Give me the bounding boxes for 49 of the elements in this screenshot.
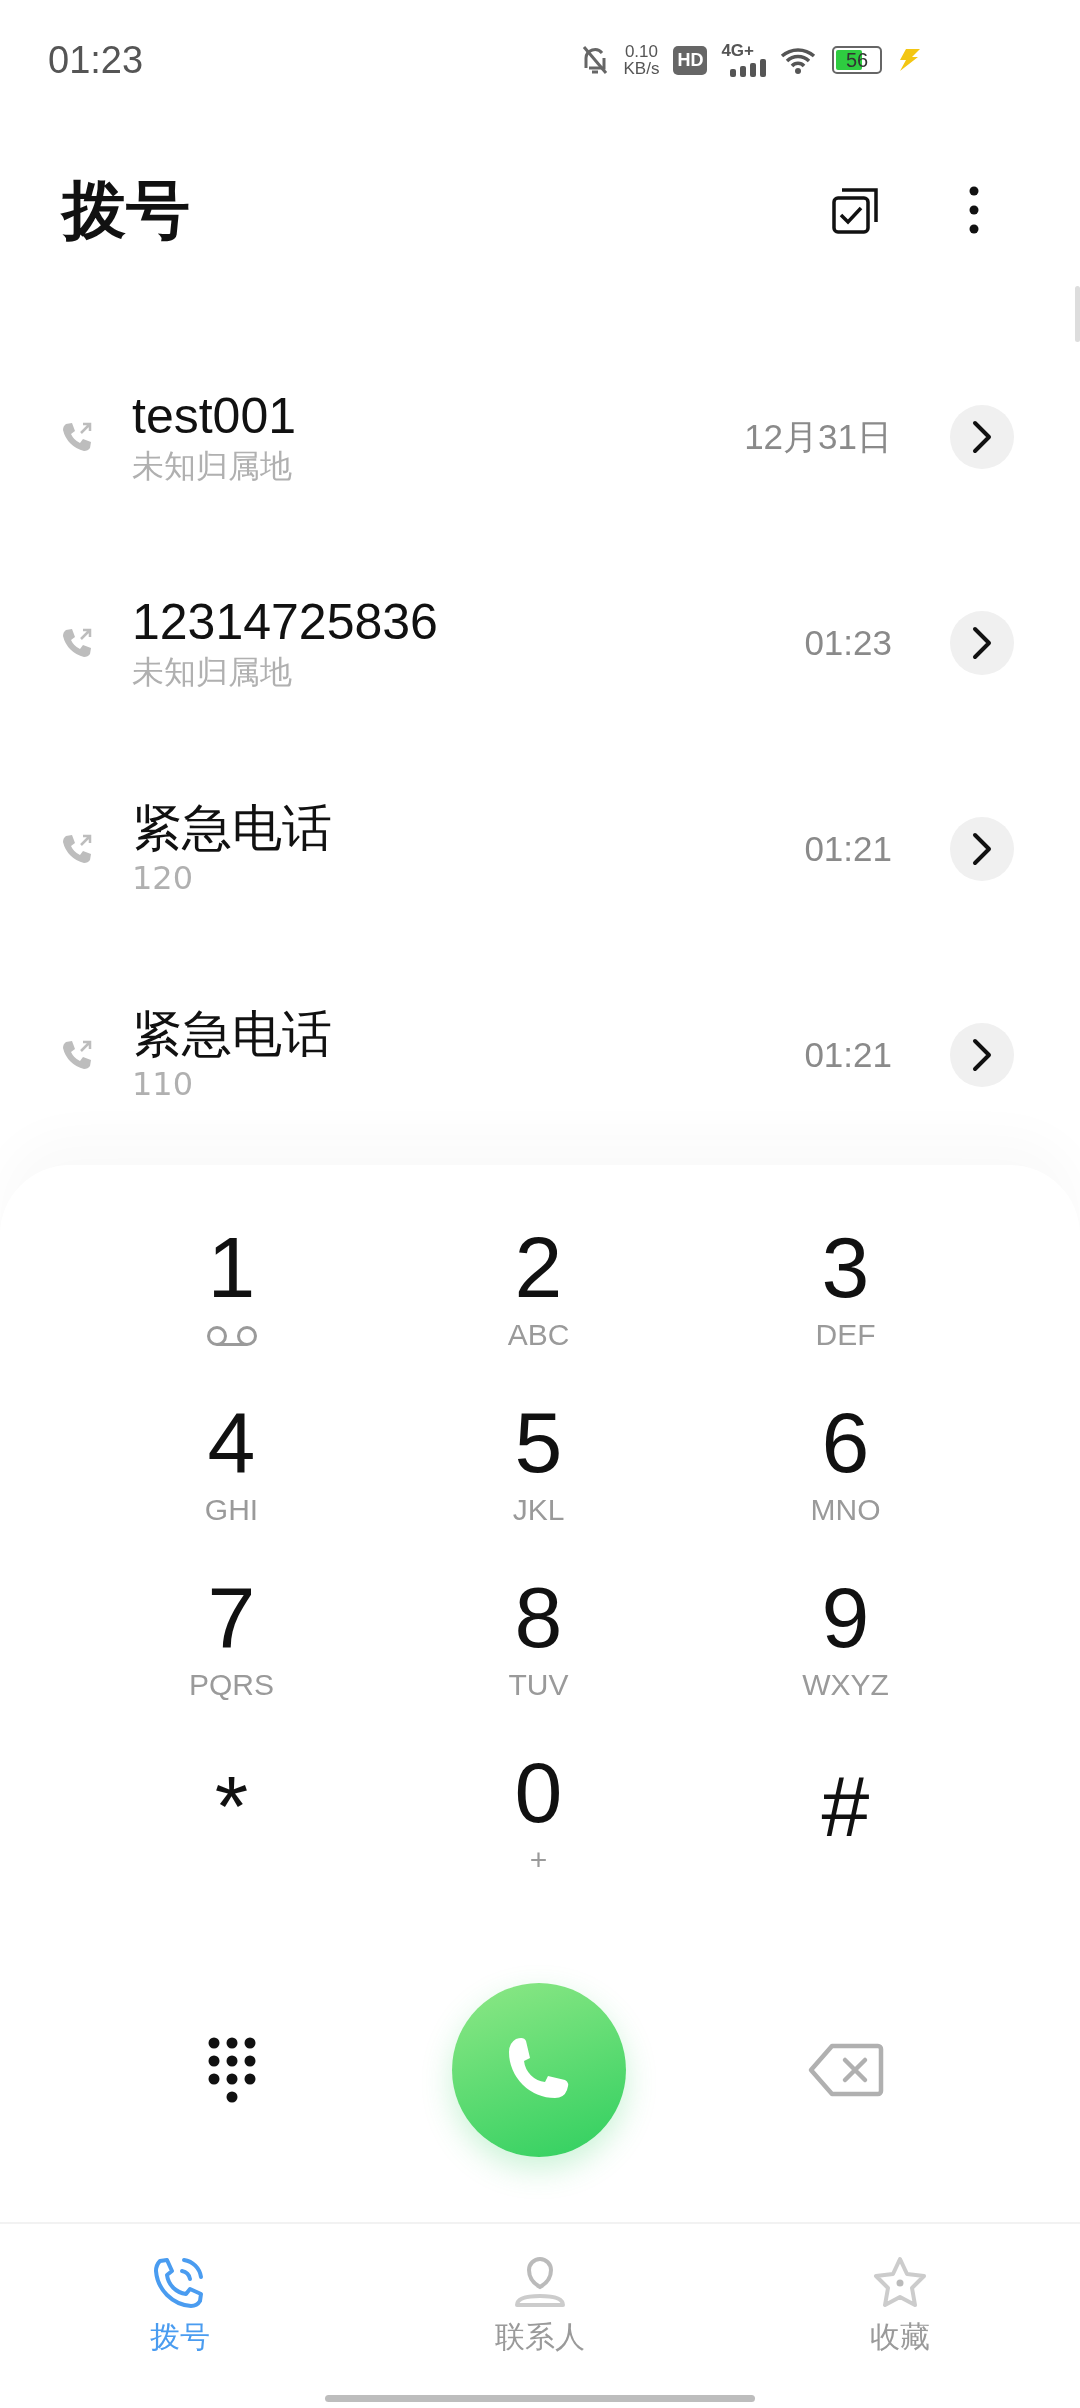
contact-name: 紧急电话 xyxy=(132,1005,333,1063)
network-type: 4G+ xyxy=(721,43,754,59)
dial-key[interactable]: 8 TUV xyxy=(385,1567,692,1742)
contact-subtitle: 未知归属地 xyxy=(132,446,293,487)
speed-unit: KB/s xyxy=(623,60,660,77)
contact-subtitle: 110 xyxy=(132,1064,195,1105)
hd-badge: HD xyxy=(673,45,708,75)
dial-key[interactable]: # xyxy=(692,1742,999,1917)
dial-key[interactable]: 1 xyxy=(78,1217,385,1392)
dial-key[interactable]: 7 PQRS xyxy=(78,1567,385,1742)
chevron-right-icon xyxy=(971,626,993,660)
call-time: 01:23 xyxy=(804,623,892,663)
outgoing-call-icon xyxy=(60,626,94,660)
page-title: 拨号 xyxy=(62,171,190,249)
scrollbar xyxy=(1075,286,1080,342)
signal-icon xyxy=(730,59,766,77)
speed-value: 0.10 xyxy=(624,43,658,60)
dial-key[interactable]: 5 JKL xyxy=(385,1392,692,1567)
call-log-item[interactable]: 紧急电话 110 01:21 xyxy=(0,952,1080,1158)
dial-key[interactable]: 6 MNO xyxy=(692,1392,999,1567)
dial-key[interactable]: 4 GHI xyxy=(78,1392,385,1567)
bell-off-icon xyxy=(581,44,610,76)
contact-name: test001 xyxy=(132,387,297,445)
outgoing-call-icon xyxy=(60,420,94,454)
contact-subtitle: 未知归属地 xyxy=(132,652,293,693)
voicemail-icon xyxy=(205,1325,258,1347)
call-time: 01:21 xyxy=(804,829,892,869)
chevron-right-icon xyxy=(971,420,993,454)
contact-name: 12314725836 xyxy=(132,593,439,651)
call-time: 01:21 xyxy=(804,1035,892,1075)
dial-key[interactable]: 0 + xyxy=(385,1742,692,1917)
dial-key[interactable]: 2 ABC xyxy=(385,1217,692,1392)
outgoing-call-icon xyxy=(60,832,94,866)
call-log-item[interactable]: test001 未知归属地 12月31日 xyxy=(0,334,1080,540)
chevron-right-icon xyxy=(971,832,993,866)
dialpad-icon[interactable] xyxy=(207,2037,256,2103)
contact-name: 紧急电话 xyxy=(132,799,333,857)
call-time: 12月31日 xyxy=(744,415,892,458)
outgoing-call-icon xyxy=(60,1038,94,1072)
more-icon[interactable] xyxy=(968,185,980,235)
wifi-icon xyxy=(780,46,818,74)
contact-subtitle: 120 xyxy=(132,858,195,899)
call-log-item[interactable]: 12314725836 未知归属地 01:23 xyxy=(0,540,1080,746)
call-log-item[interactable]: 紧急电话 120 01:21 xyxy=(0,746,1080,952)
dial-key[interactable]: 3 DEF xyxy=(692,1217,999,1392)
chevron-right-icon xyxy=(971,1038,993,1072)
dial-key[interactable]: * xyxy=(78,1742,385,1917)
dial-key[interactable]: 9 WXYZ xyxy=(692,1567,999,1742)
status-time: 01:23 xyxy=(48,38,144,82)
